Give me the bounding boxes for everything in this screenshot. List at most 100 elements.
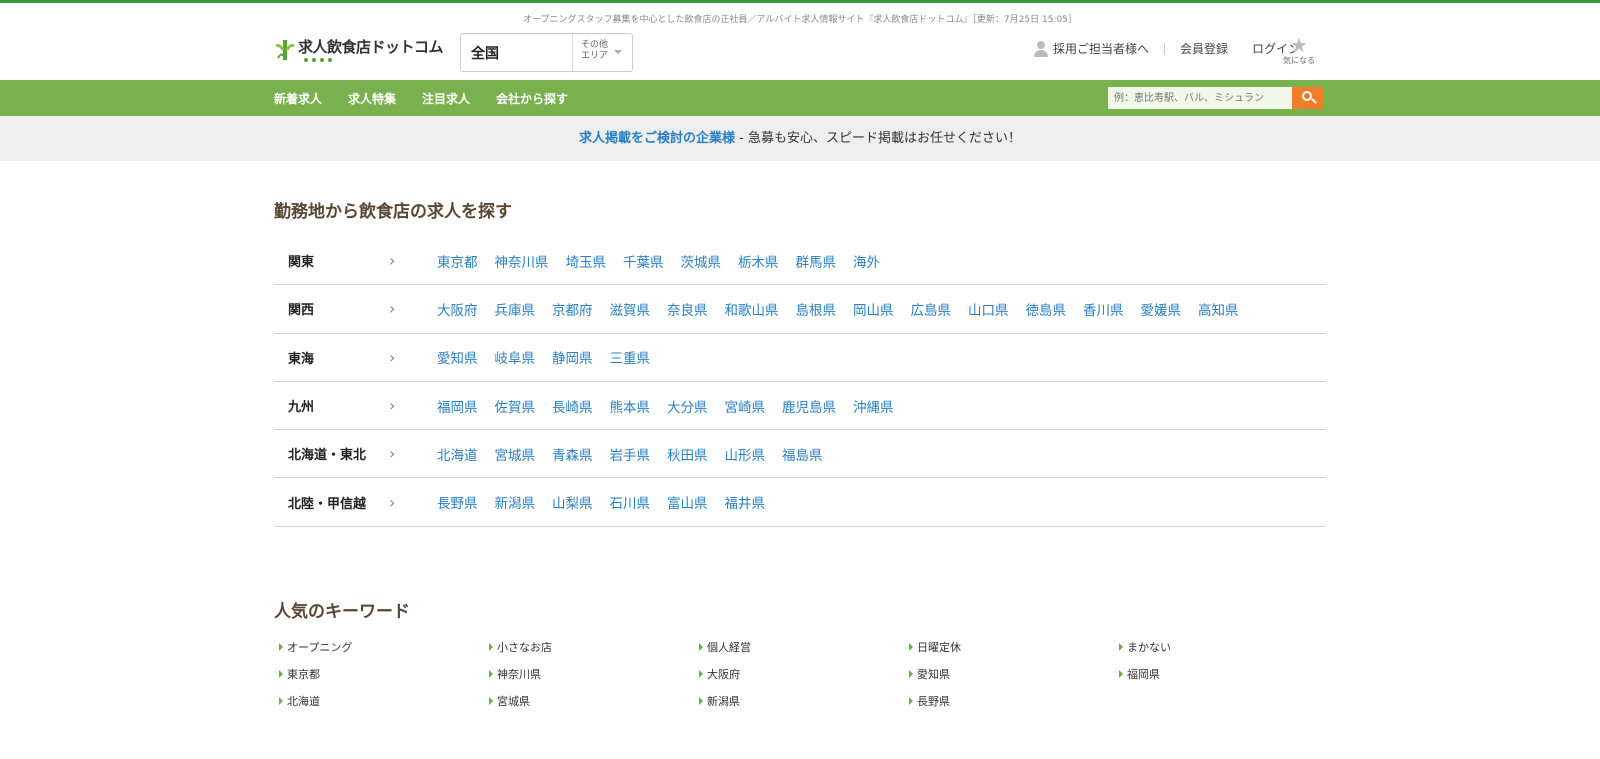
recruit-banner[interactable]: 求人掲載をご検討の企業様 - 急募も安心、スピード掲載はお任せください！ (0, 116, 1600, 161)
keyword-link[interactable]: 愛知県 (909, 667, 1119, 681)
prefecture-link[interactable]: 北海道 (437, 444, 478, 464)
prefecture-link[interactable]: 長野県 (437, 492, 478, 512)
nav-new-jobs[interactable]: 新着求人 (274, 90, 322, 107)
prefecture-link[interactable]: 群馬県 (796, 251, 837, 271)
prefecture-link[interactable]: 福岡県 (437, 396, 478, 416)
region-name[interactable]: 北海道・東北 (274, 444, 389, 463)
prefecture-link[interactable]: 秋田県 (667, 444, 708, 464)
area-other-line1: その他 (581, 40, 609, 50)
prefecture-list: 大阪府 兵庫県 京都府 滋賀県 奈良県 和歌山県 島根県 岡山県 広島県 山口県 徳島県 香川県 愛媛県… (437, 299, 1256, 319)
prefecture-link[interactable]: 奈良県 (667, 299, 708, 319)
prefecture-link[interactable]: 山口県 (968, 299, 1009, 319)
prefecture-link[interactable]: 宮城県 (495, 444, 536, 464)
prefecture-link[interactable]: 京都府 (552, 299, 593, 319)
prefecture-link[interactable]: 愛知県 (437, 347, 478, 367)
prefecture-link[interactable]: 高知県 (1198, 299, 1239, 319)
main-nav: 新着求人 求人特集 注目求人 会社から探す (0, 80, 1600, 116)
prefecture-link[interactable]: 東京都 (437, 251, 478, 271)
prefecture-link[interactable]: 島根県 (796, 299, 837, 319)
prefecture-link[interactable]: 鹿児島県 (782, 396, 836, 416)
region-name[interactable]: 東海 (274, 348, 389, 367)
register-link[interactable]: 会員登録 (1180, 40, 1228, 57)
prefecture-link[interactable]: 青森県 (552, 444, 593, 464)
prefecture-link[interactable]: 兵庫県 (495, 299, 536, 319)
prefecture-link[interactable]: 和歌山県 (725, 299, 779, 319)
prefecture-link[interactable]: 石川県 (610, 492, 651, 512)
area-other-line2: エリア (581, 51, 609, 61)
prefecture-link[interactable]: 長崎県 (552, 396, 593, 416)
person-icon (1033, 40, 1048, 57)
prefecture-link[interactable]: 海外 (853, 251, 880, 271)
prefecture-link[interactable]: 静岡県 (552, 347, 593, 367)
prefecture-list: 福岡県 佐賀県 長崎県 熊本県 大分県 宮崎県 鹿児島県 沖縄県 (437, 396, 911, 416)
keyword-link[interactable]: 北海道 (279, 694, 489, 708)
site-tagline: オープニングスタッフ募集を中心とした飲食店の正社員／アルバイト求人情報サイト『求… (523, 15, 1077, 25)
keyword-link[interactable]: 長野県 (909, 694, 1119, 708)
prefecture-link[interactable]: 福井県 (725, 492, 766, 512)
keyword-label: 神奈川県 (497, 668, 541, 681)
arrow-right-icon (699, 697, 703, 705)
keyword-link[interactable]: 日曜定休 (909, 640, 1119, 654)
prefecture-link[interactable]: 岡山県 (853, 299, 894, 319)
prefecture-link[interactable]: 富山県 (667, 492, 708, 512)
area-other-dropdown[interactable]: その他 エリア (573, 34, 632, 71)
nav-features[interactable]: 求人特集 (348, 90, 396, 107)
region-row: 北海道・東北 › 北海道 宮城県 青森県 岩手県 秋田県 山形県 福島県 (274, 430, 1326, 479)
star-icon: ★ (1290, 33, 1308, 57)
prefecture-link[interactable]: 大分県 (667, 396, 708, 416)
chevron-right-icon: › (389, 492, 396, 512)
prefecture-link[interactable]: 愛媛県 (1141, 299, 1182, 319)
prefecture-link[interactable]: 茨城県 (681, 251, 722, 271)
prefecture-link[interactable]: 栃木県 (738, 251, 779, 271)
keyword-link[interactable]: 個人経営 (699, 640, 909, 654)
prefecture-link[interactable]: 岩手県 (610, 444, 651, 464)
prefecture-link[interactable]: 宮崎県 (725, 396, 766, 416)
area-current[interactable]: 全国 (461, 34, 573, 71)
prefecture-link[interactable]: 神奈川県 (495, 251, 549, 271)
area-selector[interactable]: 全国 その他 エリア (460, 33, 633, 72)
region-name[interactable]: 九州 (274, 396, 389, 415)
prefecture-list: 愛知県 岐阜県 静岡県 三重県 (437, 347, 667, 367)
banner-highlight[interactable]: 求人掲載をご検討の企業様 (579, 131, 735, 146)
keyword-link[interactable]: 東京都 (279, 667, 489, 681)
keyword-link[interactable]: 神奈川県 (489, 667, 699, 681)
prefecture-link[interactable]: 徳島県 (1026, 299, 1067, 319)
prefecture-link[interactable]: 広島県 (911, 299, 952, 319)
prefecture-link[interactable]: 三重県 (610, 347, 651, 367)
search-button[interactable] (1292, 87, 1324, 109)
region-name[interactable]: 北陸・甲信越 (274, 493, 389, 512)
prefecture-link[interactable]: 埼玉県 (566, 251, 607, 271)
site-logo[interactable]: 求人飲食店ドットコム (274, 38, 444, 66)
prefecture-link[interactable]: 山梨県 (552, 492, 593, 512)
keyword-link[interactable]: 小さなお店 (489, 640, 699, 654)
region-name[interactable]: 関西 (274, 299, 389, 318)
prefecture-link[interactable]: 福島県 (782, 444, 823, 464)
nav-company-search[interactable]: 会社から探す (496, 90, 568, 107)
keyword-link[interactable]: まかない (1119, 640, 1329, 654)
keyword-link[interactable]: オープニング (279, 640, 489, 654)
arrow-right-icon (279, 643, 283, 651)
prefecture-link[interactable]: 滋賀県 (610, 299, 651, 319)
favorite-button[interactable]: ★ 気になる (1281, 35, 1317, 66)
prefecture-link[interactable]: 熊本県 (610, 396, 651, 416)
prefecture-link[interactable]: 千葉県 (623, 251, 664, 271)
banner-text: - 急募も安心、スピード掲載はお任せください！ (735, 131, 1021, 146)
nav-featured-jobs[interactable]: 注目求人 (422, 90, 470, 107)
region-name[interactable]: 関東 (274, 251, 389, 270)
prefecture-link[interactable]: 岐阜県 (495, 347, 536, 367)
keyword-link[interactable]: 福岡県 (1119, 667, 1329, 681)
prefecture-link[interactable]: 山形県 (725, 444, 766, 464)
keywords-title: 人気のキーワード (274, 602, 410, 622)
keyword-link[interactable]: 宮城県 (489, 694, 699, 708)
prefecture-link[interactable]: 沖縄県 (853, 396, 894, 416)
keyword-link[interactable]: 新潟県 (699, 694, 909, 708)
search-input[interactable] (1108, 87, 1292, 109)
prefecture-link[interactable]: 大阪府 (437, 299, 478, 319)
recruiter-link[interactable]: 採用ご担当者様へ (1033, 40, 1149, 57)
keyword-link[interactable]: 大阪府 (699, 667, 909, 681)
prefecture-link[interactable]: 香川県 (1083, 299, 1124, 319)
prefecture-link[interactable]: 佐賀県 (495, 396, 536, 416)
arrow-right-icon (699, 670, 703, 678)
prefecture-link[interactable]: 新潟県 (495, 492, 536, 512)
arrow-right-icon (699, 643, 703, 651)
